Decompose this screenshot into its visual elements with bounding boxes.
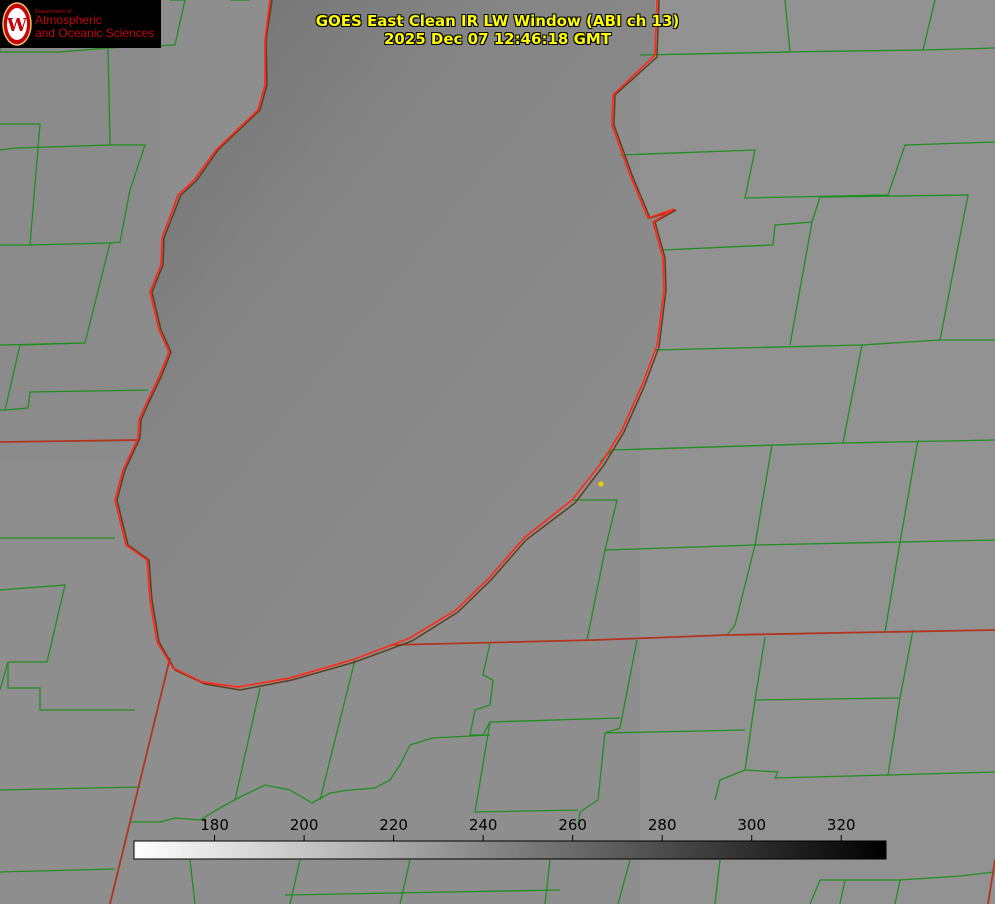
satellite-map: 180 200 220 240 260 280 300 320 W: [0, 0, 995, 904]
image-title: GOES East Clean IR LW Window (ABI ch 13): [315, 12, 680, 30]
colorbar-tick-label: 180: [200, 816, 229, 834]
colorbar-ramp: [133, 840, 887, 860]
colorbar-tick-label: 300: [737, 816, 766, 834]
colorbar-tick-label: 220: [379, 816, 408, 834]
colorbar-tick-label: 200: [290, 816, 319, 834]
colorbar-tick-label: 240: [469, 816, 498, 834]
image-timestamp: 2025 Dec 07 12:46:18 GMT: [383, 30, 612, 48]
colorbar-tick-label: 280: [648, 816, 677, 834]
land-tone-northwest: [0, 40, 160, 460]
colorbar-tick-label: 260: [558, 816, 587, 834]
land-tone-east: [640, 0, 995, 904]
site-marker: [598, 481, 604, 487]
colorbar-tick-label: 320: [827, 816, 856, 834]
